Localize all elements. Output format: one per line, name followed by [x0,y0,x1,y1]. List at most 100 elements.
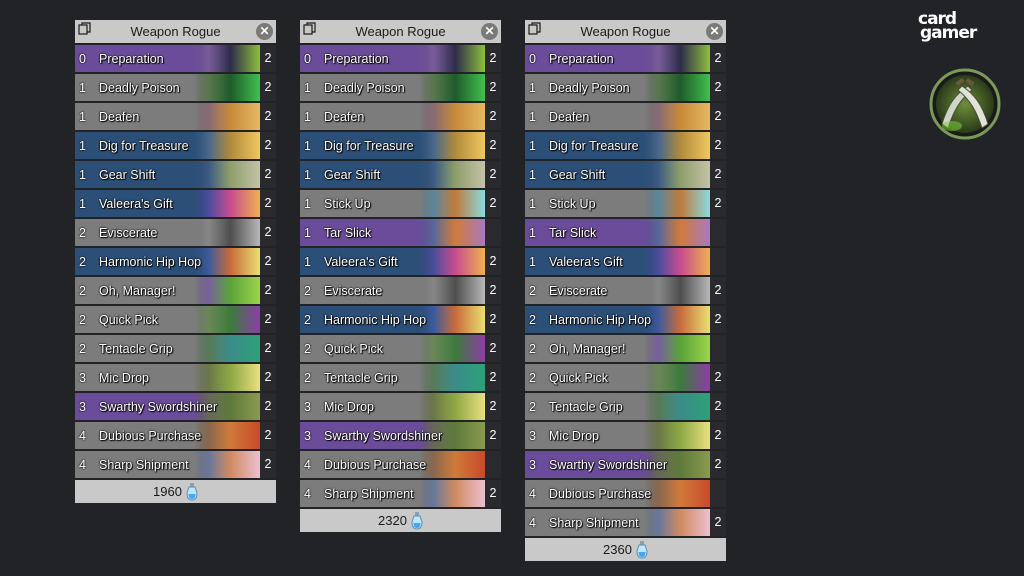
card-name: Deadly Poison [549,80,630,95]
card-cost: 1 [529,109,536,124]
deck-header: Weapon Rogue ✕ [75,20,276,43]
card-name: Deafen [99,109,140,124]
card-row[interactable]: 1 Valeera's Gift [525,248,726,275]
card-row[interactable]: 0 Preparation 2 [75,45,276,72]
card-name: Deafen [549,109,590,124]
close-icon[interactable]: ✕ [481,23,498,40]
card-row[interactable]: 4 Sharp Shipment 2 [525,509,726,536]
card-name: Oh, Manager! [549,341,626,356]
card-cost: 4 [304,486,311,501]
card-count [485,219,501,246]
card-row[interactable]: 3 Mic Drop 2 [525,422,726,449]
card-name: Tentacle Grip [99,341,173,356]
card-cost: 1 [79,167,86,182]
card-row[interactable]: 3 Mic Drop 2 [75,364,276,391]
card-row[interactable]: 1 Dig for Treasure 2 [300,132,501,159]
copy-icon[interactable] [78,22,91,35]
card-name: Stick Up [549,196,596,211]
card-row[interactable]: 1 Deadly Poison 2 [525,74,726,101]
card-cost: 2 [79,254,86,269]
card-row[interactable]: 1 Valeera's Gift 2 [75,190,276,217]
card-row[interactable]: 1 Valeera's Gift 2 [300,248,501,275]
card-row[interactable]: 4 Sharp Shipment 2 [75,451,276,478]
card-row[interactable]: 1 Deadly Poison 2 [300,74,501,101]
copy-icon[interactable] [528,22,541,35]
card-cost: 1 [304,138,311,153]
card-cost: 3 [79,399,86,414]
card-cost: 1 [529,196,536,211]
card-row[interactable]: 2 Harmonic Hip Hop 2 [300,306,501,333]
card-count: 2 [710,190,726,217]
card-row[interactable]: 4 Dubious Purchase [525,480,726,507]
card-row[interactable]: 2 Eviscerate 2 [75,219,276,246]
card-name: Tentacle Grip [324,370,398,385]
card-row[interactable]: 2 Tentacle Grip 2 [525,393,726,420]
card-row[interactable]: 1 Deafen 2 [525,103,726,130]
card-name: Quick Pick [324,341,384,356]
card-row[interactable]: 2 Oh, Manager! [525,335,726,362]
card-row[interactable]: 2 Quick Pick 2 [300,335,501,362]
card-row[interactable]: 4 Sharp Shipment 2 [300,480,501,507]
card-row[interactable]: 1 Dig for Treasure 2 [75,132,276,159]
card-row[interactable]: 1 Deafen 2 [300,103,501,130]
card-name: Quick Pick [549,370,609,385]
card-row[interactable]: 4 Dubious Purchase 2 [75,422,276,449]
card-name: Deafen [324,109,365,124]
deck-dust-cost: 2320 [300,509,501,532]
card-count: 2 [710,161,726,188]
card-row[interactable]: 2 Eviscerate 2 [525,277,726,304]
card-count: 2 [485,422,501,449]
card-row[interactable]: 1 Stick Up 2 [525,190,726,217]
card-name: Gear Shift [99,167,156,182]
card-cost: 1 [79,138,86,153]
card-row[interactable]: 2 Eviscerate 2 [300,277,501,304]
card-row[interactable]: 2 Quick Pick 2 [525,364,726,391]
card-row[interactable]: 1 Tar Slick [300,219,501,246]
card-row[interactable]: 1 Dig for Treasure 2 [525,132,726,159]
card-row[interactable]: 4 Dubious Purchase [300,451,501,478]
card-count: 2 [485,335,501,362]
card-count: 2 [485,480,501,507]
card-row[interactable]: 1 Stick Up 2 [300,190,501,217]
deck-panel-3: Weapon Rogue ✕ 0 Preparation 2 1 Deadly Pois… [525,20,726,561]
card-row[interactable]: 0 Preparation 2 [300,45,501,72]
card-count: 2 [485,393,501,420]
card-cost: 1 [529,138,536,153]
card-row[interactable]: 1 Deafen 2 [75,103,276,130]
card-count: 2 [485,364,501,391]
card-name: Tar Slick [549,225,597,240]
card-count: 2 [260,335,276,362]
close-icon[interactable]: ✕ [256,23,273,40]
card-row[interactable]: 2 Oh, Manager! 2 [75,277,276,304]
card-row[interactable]: 1 Tar Slick [525,219,726,246]
card-row[interactable]: 1 Gear Shift 2 [300,161,501,188]
card-row[interactable]: 1 Gear Shift 2 [75,161,276,188]
card-row[interactable]: 3 Mic Drop 2 [300,393,501,420]
card-cost: 2 [529,312,536,327]
close-icon[interactable]: ✕ [706,23,723,40]
copy-icon[interactable] [303,22,316,35]
card-name: Swarthy Swordshiner [324,428,443,443]
card-name: Eviscerate [324,283,383,298]
card-row[interactable]: 0 Preparation 2 [525,45,726,72]
card-name: Gear Shift [324,167,381,182]
card-count: 2 [260,364,276,391]
card-row[interactable]: 2 Harmonic Hip Hop 2 [525,306,726,333]
card-count: 2 [710,422,726,449]
card-count: 2 [710,451,726,478]
card-row[interactable]: 3 Swarthy Swordshiner 2 [525,451,726,478]
card-row[interactable]: 1 Gear Shift 2 [525,161,726,188]
card-row[interactable]: 2 Quick Pick 2 [75,306,276,333]
card-row[interactable]: 2 Tentacle Grip 2 [300,364,501,391]
deck-title: Weapon Rogue [580,24,671,39]
card-cost: 1 [304,196,311,211]
card-row[interactable]: 2 Harmonic Hip Hop 2 [75,248,276,275]
card-cost: 3 [529,428,536,443]
card-row[interactable]: 2 Tentacle Grip 2 [75,335,276,362]
card-row[interactable]: 3 Swarthy Swordshiner 2 [75,393,276,420]
card-cost: 1 [529,80,536,95]
card-row[interactable]: 3 Swarthy Swordshiner 2 [300,422,501,449]
card-cost: 1 [304,225,311,240]
card-row[interactable]: 1 Deadly Poison 2 [75,74,276,101]
card-name: Dig for Treasure [324,138,414,153]
